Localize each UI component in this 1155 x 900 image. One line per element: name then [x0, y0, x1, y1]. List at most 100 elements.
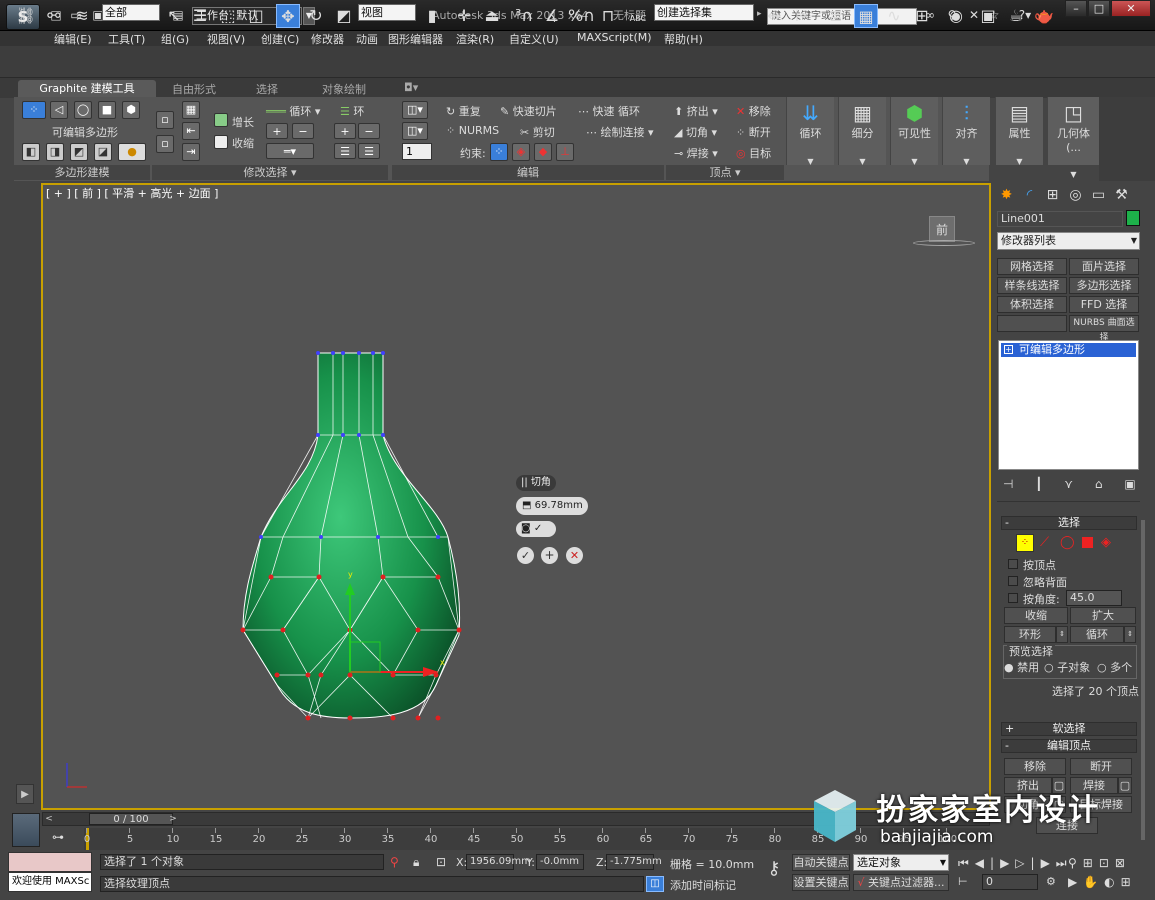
grow-button[interactable]: 扩大 [1070, 607, 1136, 624]
shrink-label[interactable]: 收缩 [232, 135, 254, 151]
set-key-icon[interactable]: ⚷ [760, 858, 788, 886]
key-mode-icon[interactable]: ⊢ [958, 875, 968, 888]
maximize-button[interactable]: □ [1088, 0, 1110, 17]
material-editor-icon[interactable]: ◉ [944, 4, 968, 28]
z-coord-field[interactable]: -1.775mm [606, 854, 662, 870]
preview-disabled-radio[interactable]: ● 禁用 [1004, 659, 1039, 675]
chamfer-button[interactable]: ◢ 切角 ▾ [674, 124, 717, 140]
ring-label[interactable]: ☰ 环 [340, 103, 364, 119]
mirror-icon[interactable]: ⇹ [762, 4, 786, 28]
minimize-button[interactable]: – [1065, 0, 1087, 17]
patch-select-button[interactable]: 面片选择 [1069, 258, 1139, 275]
unlink-icon[interactable]: ⚯ [42, 4, 66, 28]
graphite-toggle-icon[interactable]: ▦ [854, 4, 878, 28]
subdivision-panel-button[interactable]: ▦ 细分 ▼ [838, 97, 886, 166]
ring-grow-icon[interactable]: + [334, 123, 356, 139]
key-mode-dropdown[interactable]: 选定对象 ▼ [853, 854, 949, 871]
rect-select-icon[interactable]: ⬚ [216, 4, 240, 28]
cut-button[interactable]: ✂ 剪切 [520, 124, 555, 140]
select-object-icon[interactable]: ↖ [162, 4, 186, 28]
spline-select-button[interactable]: 样条线选择 [997, 277, 1067, 294]
vertex-mode-icon[interactable]: ⁘ [22, 101, 46, 119]
menu-rendering[interactable]: 渲染(R) [456, 31, 494, 47]
by-angle-checkbox[interactable] [1008, 593, 1018, 603]
viewport-label[interactable]: [ + ] [ 前 ] [ 平滑 + 高光 + 边面 ] [46, 185, 218, 201]
x-coord-field[interactable]: 1956.09mm [466, 854, 531, 870]
window-crossing-icon[interactable]: ◫ [244, 4, 268, 28]
schematic-view-icon[interactable]: ⊞ [910, 4, 934, 28]
shrink-icon[interactable] [214, 135, 228, 149]
constraint-face-icon[interactable]: ◆ [534, 143, 552, 161]
pin-stack-icon[interactable]: ● [118, 143, 146, 161]
viewcube[interactable]: 前 [929, 216, 955, 242]
tab-freeform[interactable]: 自由形式 [172, 81, 216, 97]
caddy-amount-field[interactable]: ⬒ 69.78mm [516, 497, 588, 515]
align-panel-button[interactable]: ⫶ 对齐 ▼ [942, 97, 990, 166]
loop-label[interactable]: ═══ 循环 ▾ [266, 103, 320, 119]
border-mode-icon[interactable]: ◯ [74, 101, 92, 119]
angle-field[interactable]: 45.0 [1066, 590, 1122, 606]
loop-spinner[interactable]: ⇕ [1124, 626, 1136, 643]
manipulate-icon[interactable]: ✛ [452, 4, 476, 28]
stack-tools[interactable]: ⊣ ┃ ⋎ ⌂ ▣ [1003, 477, 1136, 491]
edit-icon-2[interactable]: ◫▾ [402, 122, 428, 140]
percent-snap-icon[interactable]: %∩ [568, 4, 595, 28]
drawconnect-button[interactable]: ⋯ 绘制连接 ▾ [586, 124, 654, 140]
select-alt-icon[interactable]: ▫ [156, 135, 174, 153]
align-icon[interactable]: ⊨ [790, 4, 814, 28]
move-icon[interactable]: ✥ [276, 4, 300, 28]
object-color-swatch[interactable] [1126, 210, 1140, 226]
nurms-button[interactable]: ⁘ NURMS [446, 124, 499, 137]
target-button[interactable]: ◎ 目标 [736, 145, 771, 161]
snaps-toggle-icon[interactable]: ³∩ [512, 4, 536, 28]
polygon-mode-icon[interactable]: ■ [98, 101, 116, 119]
pivot-icon[interactable]: ▮ [420, 4, 444, 28]
maxscript-welcome[interactable]: 欢迎使用 MAXSc [8, 872, 92, 892]
menu-help[interactable]: 帮助(H) [664, 31, 703, 47]
selection-rollout[interactable]: - 选择 [1001, 516, 1137, 530]
caddy-ok-button[interactable]: ✓ [517, 547, 534, 564]
playback-controls[interactable]: ⏮◀|▶▷|▶⏭ [958, 856, 1073, 871]
abs-mode-icon[interactable]: ⊡ [436, 855, 446, 869]
vase-model[interactable]: y x [43, 185, 989, 808]
angle-snap-icon[interactable]: ∡ [540, 4, 564, 28]
ribbon-options-icon[interactable]: ◘▾ [404, 81, 418, 94]
loop-grow-icon[interactable]: + [266, 123, 288, 139]
curve-editor-icon[interactable]: ∿ [882, 4, 906, 28]
constraint-edge-icon[interactable]: ◈ [512, 143, 530, 161]
scale-icon[interactable]: ◩ [332, 4, 356, 28]
hierarchy-tab-icon[interactable]: ⊞ [1042, 184, 1063, 206]
weld-settings-icon[interactable]: ▢ [1118, 777, 1132, 794]
edge-sel-icon[interactable]: ⟋ [1040, 535, 1049, 550]
time-slider-thumb[interactable]: 0 / 100 [89, 813, 173, 825]
maxscript-listener[interactable] [8, 852, 92, 872]
loops-panel-button[interactable]: ⇊ 循环 ▼ [786, 97, 834, 166]
shrink-button[interactable]: 收缩 [1004, 607, 1068, 624]
constraint-none-icon[interactable]: ⁘ [490, 143, 508, 161]
keyboard-shortcut-icon[interactable]: ⏏ [480, 4, 504, 28]
menu-modifiers[interactable]: 修改器 [311, 31, 344, 47]
vertex-sel-icon[interactable]: ⁘ [1016, 534, 1034, 552]
object-name-field[interactable]: Line001 [997, 211, 1123, 227]
spinner-snap-icon[interactable]: ⊓ [596, 4, 620, 28]
viewport-front[interactable]: y x 前 || 切角 ⬒ 69.78mm ◙ ✓ ✓ + ✕ [41, 183, 991, 810]
add-time-tag-label[interactable]: 添加时间标记 [670, 877, 736, 893]
edit-icon-1[interactable]: ◫▾ [402, 101, 428, 119]
remove-vertex-button[interactable]: 移除 [1004, 758, 1066, 775]
tab-object-paint[interactable]: 对象绘制 [322, 81, 366, 97]
view-nav-top[interactable]: ⚲⊞⊡⊠ [1068, 856, 1131, 870]
element-mode-icon[interactable]: ⬢ [122, 101, 140, 119]
isolate-icon[interactable]: ⚲ [390, 855, 399, 869]
menu-customize[interactable]: 自定义(U) [509, 31, 559, 47]
mesh-select-button[interactable]: 网格选择 [997, 258, 1067, 275]
toggle-modifier-icon[interactable]: ◩ [70, 143, 88, 161]
layer-manager-icon[interactable]: ≣ [824, 4, 848, 28]
ring-mode2-icon[interactable]: ☰ [358, 143, 380, 159]
modifier-stack[interactable]: + 可编辑多边形 [998, 340, 1139, 470]
edge-mode-icon[interactable]: ◁ [50, 101, 68, 119]
menu-maxscript[interactable]: MAXScript(M) [577, 31, 652, 44]
menu-views[interactable]: 视图(V) [207, 31, 245, 47]
ring-shrink-icon[interactable]: − [358, 123, 380, 139]
caddy-open-toggle[interactable]: ◙ ✓ [516, 521, 556, 537]
nurbs-select-button[interactable]: NURBS 曲面选择 [1069, 315, 1139, 343]
